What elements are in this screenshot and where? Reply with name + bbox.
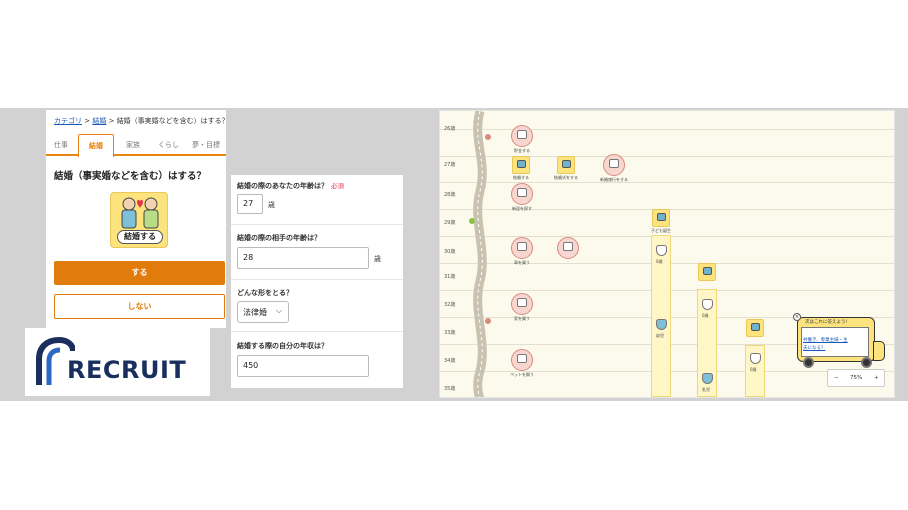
age-label: 33歳 xyxy=(444,330,456,336)
marriage-type-select[interactable]: 法律婚 ⌵ xyxy=(237,301,289,323)
marriage-icon-card: 結婚する xyxy=(110,192,168,248)
child-birth-3[interactable] xyxy=(746,319,764,337)
breadcrumb-separator: > xyxy=(108,117,115,125)
column-label: 乳児 xyxy=(702,387,710,392)
q1-label: 結婚の際のあなたの年齢は？ 必須 xyxy=(237,180,344,191)
my-age-input[interactable]: 27 xyxy=(237,194,263,214)
zoom-out-button[interactable]: − xyxy=(834,375,839,381)
q1-label-text: 結婚の際のあなたの年齢は？ xyxy=(237,182,328,190)
breadcrumb-category-link[interactable]: カテゴリ xyxy=(54,117,82,125)
breadcrumb-separator: > xyxy=(84,117,91,125)
question-title: 結婚（事実婚などを含む）はする？ xyxy=(54,171,207,182)
column-label: 0歳 xyxy=(656,259,663,264)
my-age-unit: 歳 xyxy=(268,201,275,209)
tab-marriage[interactable]: 結婚 xyxy=(78,134,114,157)
event-label: 家を買う xyxy=(514,316,530,321)
event-new-home[interactable] xyxy=(511,183,533,205)
event-piano[interactable] xyxy=(557,237,579,259)
event-marriage[interactable] xyxy=(512,156,530,174)
next-question-link-2[interactable]: 夫になる？ xyxy=(803,345,826,351)
breadcrumb-current: 結婚（事実婚などを含む）はする？ xyxy=(116,117,229,125)
marriage-form-panel: 結婚の際のあなたの年齢は？ 必須 27 歳 結婚の際の相手の年齢は？ 28 歳 ど… xyxy=(231,175,403,388)
bus-heading: 次はこれに答えよう！ xyxy=(805,320,850,325)
event-label: ペットを飼う xyxy=(510,372,534,377)
tab-family[interactable]: 家族 xyxy=(126,140,140,150)
age-label: 32歳 xyxy=(444,302,456,308)
age-label: 27歳 xyxy=(444,162,456,168)
event-label: 車を買う xyxy=(514,260,530,265)
close-icon[interactable]: × xyxy=(793,313,801,321)
event-label: 新居を探す xyxy=(512,206,532,211)
chevron-down-icon: ⌵ xyxy=(275,306,282,315)
age-label: 34歳 xyxy=(444,358,456,364)
zoom-control: − 75% + xyxy=(827,369,885,387)
tab-work[interactable]: 仕事 xyxy=(54,140,68,150)
q3-label: どんな形をとる？ xyxy=(237,289,293,297)
q4-label: 結婚する際の自分の年収は？ xyxy=(237,342,328,350)
marriage-type-value: 法律婚 xyxy=(243,308,267,317)
gridline xyxy=(440,156,894,157)
partner-age-input[interactable]: 28 xyxy=(237,247,369,269)
age-label: 28歳 xyxy=(444,192,456,198)
age-label: 26歳 xyxy=(444,126,456,132)
marriage-icon-label: 結婚する xyxy=(117,230,163,244)
tab-dream[interactable]: 夢・目標 xyxy=(192,140,220,150)
life-timeline-panel: 26歳 27歳 28歳 29歳 30歳 31歳 32歳 33歳 34歳 35歳 … xyxy=(439,110,895,398)
breadcrumb: カテゴリ > 結婚 > 結婚（事実婚などを含む）はする？ xyxy=(54,116,229,126)
tab-life[interactable]: くらし xyxy=(158,140,179,150)
divider xyxy=(231,279,403,280)
column-label: 幼児 xyxy=(656,333,664,338)
divider xyxy=(231,224,403,225)
child-icon xyxy=(656,319,667,330)
required-badge: 必須 xyxy=(331,182,344,190)
zoom-level: 75% xyxy=(850,375,863,381)
baby-icon xyxy=(656,245,667,256)
couple-icon xyxy=(121,197,159,229)
baby-icon xyxy=(702,299,713,310)
income-input[interactable]: 450 xyxy=(237,355,369,377)
next-question-link[interactable]: 共働き、専業主婦・主 xyxy=(803,337,848,343)
age-label: 29歳 xyxy=(444,220,456,226)
event-label: 子ども誕生 xyxy=(651,228,671,233)
column-label: 0歳 xyxy=(702,313,709,318)
gridline xyxy=(440,129,894,130)
logo-wordmark: RECRUIT xyxy=(67,356,187,384)
event-label: 結婚式をする xyxy=(554,175,578,180)
gridline xyxy=(440,182,894,183)
event-car[interactable] xyxy=(511,237,533,259)
event-honeymoon[interactable] xyxy=(603,154,625,176)
event-wedding[interactable] xyxy=(557,156,575,174)
child-birth-2[interactable] xyxy=(698,263,716,281)
event-house[interactable] xyxy=(511,293,533,315)
no-button[interactable]: しない xyxy=(54,294,225,319)
age-label: 35歳 xyxy=(444,386,456,392)
zoom-in-button[interactable]: + xyxy=(874,375,879,381)
child-icon xyxy=(702,373,713,384)
q2-label: 結婚の際の相手の年齢は？ xyxy=(237,234,321,242)
breadcrumb-marriage-link[interactable]: 結婚 xyxy=(92,117,106,125)
event-label: 新婚旅行をする xyxy=(600,177,628,182)
event-pet[interactable] xyxy=(511,349,533,371)
age-label: 30歳 xyxy=(444,249,456,255)
wheel-icon xyxy=(803,357,814,368)
recruit-logo: RECRUIT xyxy=(25,328,210,396)
next-question-bus[interactable]: 次はこれに答えよう！ 共働き、専業主婦・主 夫になる？ × xyxy=(793,313,885,369)
child-birth-1[interactable] xyxy=(652,209,670,227)
partner-age-unit: 歳 xyxy=(374,255,381,263)
yes-button[interactable]: する xyxy=(54,261,225,285)
marriage-question-panel: カテゴリ > 結婚 > 結婚（事実婚などを含む）はする？ 仕事 結婚 家族 くら… xyxy=(46,110,229,328)
bus-front xyxy=(873,341,885,361)
event-label: 結婚する xyxy=(513,175,529,180)
column-label: 0歳 xyxy=(750,367,757,372)
age-label: 31歳 xyxy=(444,274,456,280)
wheel-icon xyxy=(861,357,872,368)
event-savings[interactable] xyxy=(511,125,533,147)
life-road xyxy=(469,111,491,397)
event-label: 貯金する xyxy=(514,148,530,153)
category-tabs: 仕事 結婚 家族 くらし 夢・目標 xyxy=(46,134,226,157)
baby-icon xyxy=(750,353,761,364)
divider xyxy=(231,331,403,332)
